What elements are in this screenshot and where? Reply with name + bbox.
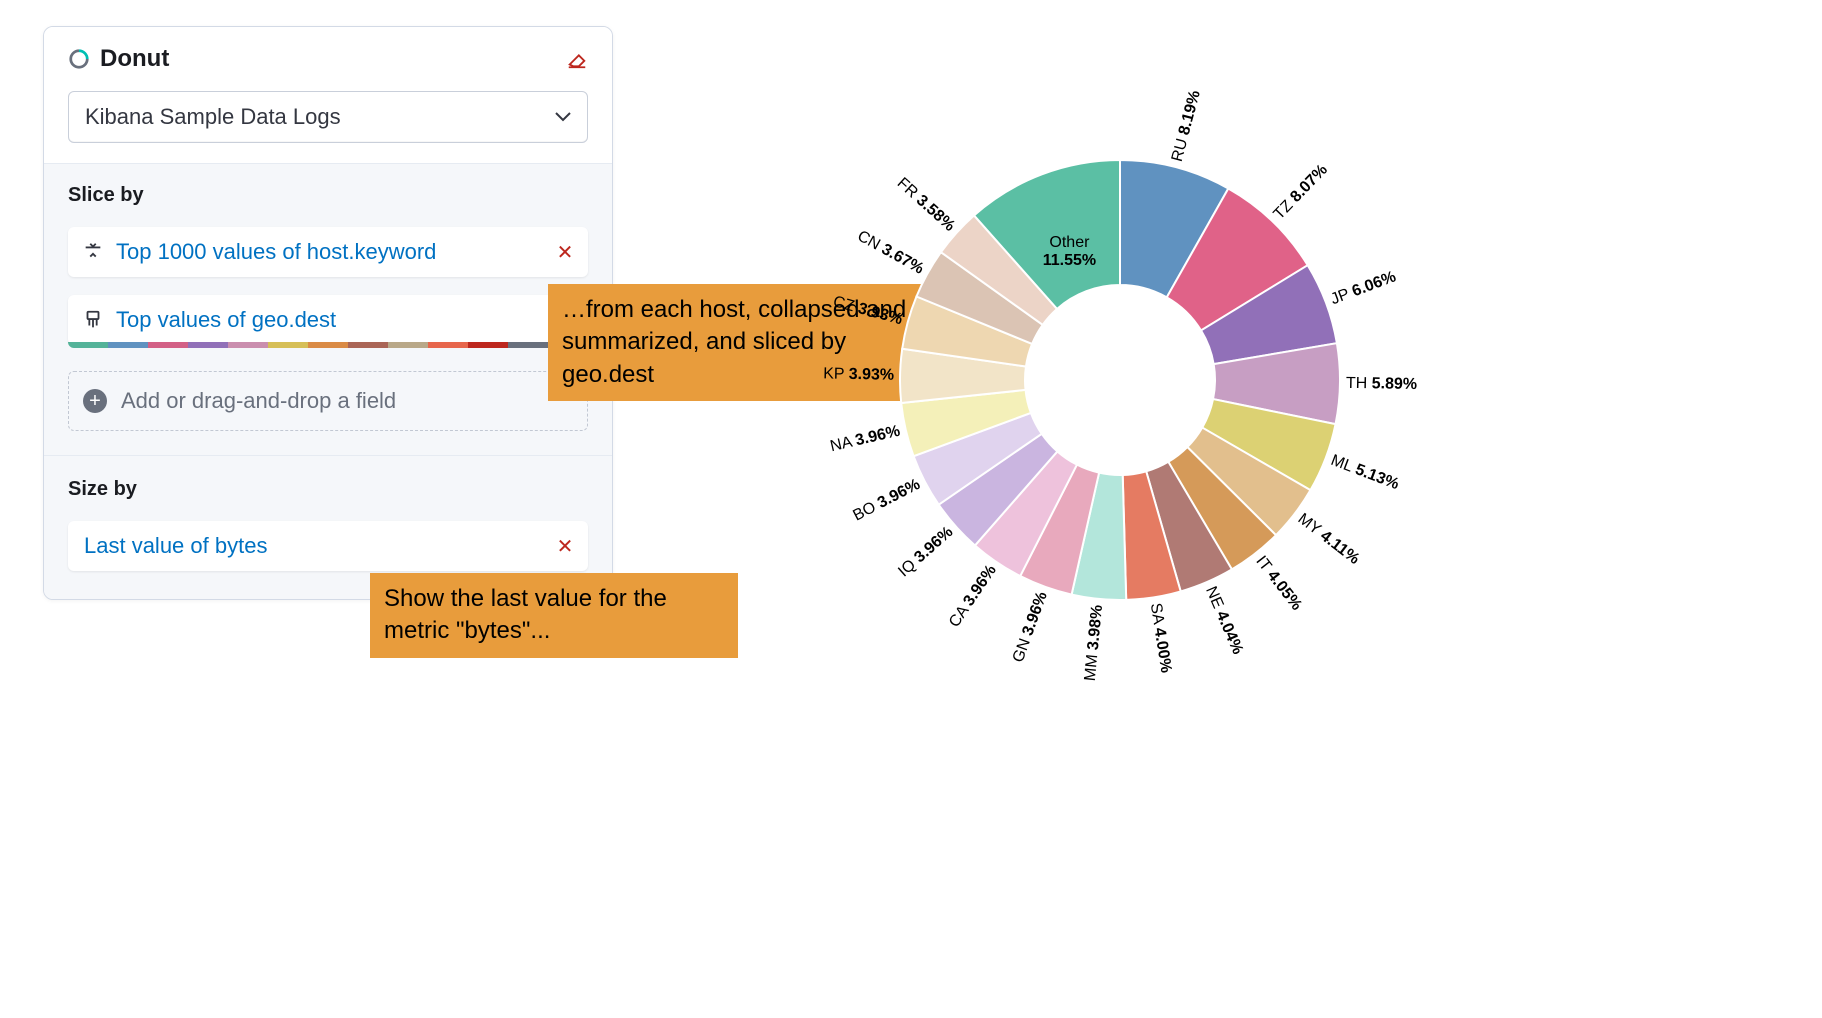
slice-label: NA 3.96% bbox=[829, 423, 902, 456]
eraser-icon[interactable] bbox=[566, 48, 588, 70]
slice-field-geodest[interactable]: Top values of geo.dest ✕ bbox=[68, 295, 588, 345]
slice-label: SA 4.00% bbox=[1147, 602, 1175, 674]
slice-label: MM 3.98% bbox=[1082, 604, 1106, 682]
donut-chart: Other11.55%RU 8.19%TZ 8.07%JP 6.06%TH 5.… bbox=[860, 120, 1380, 640]
config-panel: Donut Kibana Sample Data Logs Slice by T… bbox=[43, 26, 613, 600]
geodest-color-strip bbox=[68, 342, 588, 348]
slice-label: RU 8.19% bbox=[1169, 89, 1204, 164]
slice-label: TZ 8.07% bbox=[1271, 161, 1331, 223]
slice-field-host[interactable]: Top 1000 values of host.keyword ✕ bbox=[68, 227, 588, 277]
callout-size: Show the last value for the metric "byte… bbox=[370, 573, 738, 658]
remove-size-bytes[interactable]: ✕ bbox=[556, 534, 574, 559]
slice-label: MY 4.11% bbox=[1294, 510, 1362, 568]
slice-label: CN 3.67% bbox=[854, 228, 926, 278]
brush-icon bbox=[82, 309, 104, 331]
slice-label: GN 3.96% bbox=[1010, 590, 1051, 665]
remove-slice-host[interactable]: ✕ bbox=[556, 240, 574, 265]
slice-label: KP 3.93% bbox=[823, 366, 894, 384]
size-field-bytes-label: Last value of bytes bbox=[84, 533, 544, 559]
slice-by-label: Slice by bbox=[68, 184, 588, 207]
slice-label: Other11.55% bbox=[1043, 234, 1096, 269]
size-field-bytes[interactable]: Last value of bytes ✕ bbox=[68, 521, 588, 571]
chevron-down-icon bbox=[555, 112, 571, 122]
slice-label: IQ 3.96% bbox=[895, 524, 956, 581]
slice-label: FR 3.58% bbox=[894, 175, 958, 235]
slice-label: ML 5.13% bbox=[1328, 452, 1401, 493]
datasource-select[interactable]: Kibana Sample Data Logs bbox=[68, 91, 588, 143]
slice-label: TH 5.89% bbox=[1346, 375, 1417, 393]
donut-icon bbox=[68, 48, 90, 70]
slice-label: NE 4.04% bbox=[1202, 584, 1246, 657]
datasource-value: Kibana Sample Data Logs bbox=[85, 104, 341, 130]
collapse-icon bbox=[82, 241, 104, 263]
panel-title-row: Donut bbox=[68, 45, 588, 73]
slice-label: CA 3.96% bbox=[946, 562, 1000, 630]
slice-by-section: Slice by Top 1000 values of host.keyword… bbox=[44, 163, 612, 455]
drop-hint-text: Add or drag-and-drop a field bbox=[121, 388, 396, 414]
slice-field-host-label: Top 1000 values of host.keyword bbox=[116, 239, 544, 265]
slice-drop-zone[interactable]: + Add or drag-and-drop a field bbox=[68, 371, 588, 431]
size-by-label: Size by bbox=[68, 478, 588, 501]
panel-header: Donut Kibana Sample Data Logs bbox=[44, 27, 612, 163]
slice-label: IT 4.05% bbox=[1252, 553, 1305, 614]
slice-label: JP 6.06% bbox=[1329, 269, 1399, 309]
slice-label: BO 3.96% bbox=[851, 476, 924, 525]
slice-field-geodest-label: Top values of geo.dest bbox=[116, 307, 544, 333]
plus-icon: + bbox=[83, 389, 107, 413]
panel-title: Donut bbox=[100, 45, 556, 73]
